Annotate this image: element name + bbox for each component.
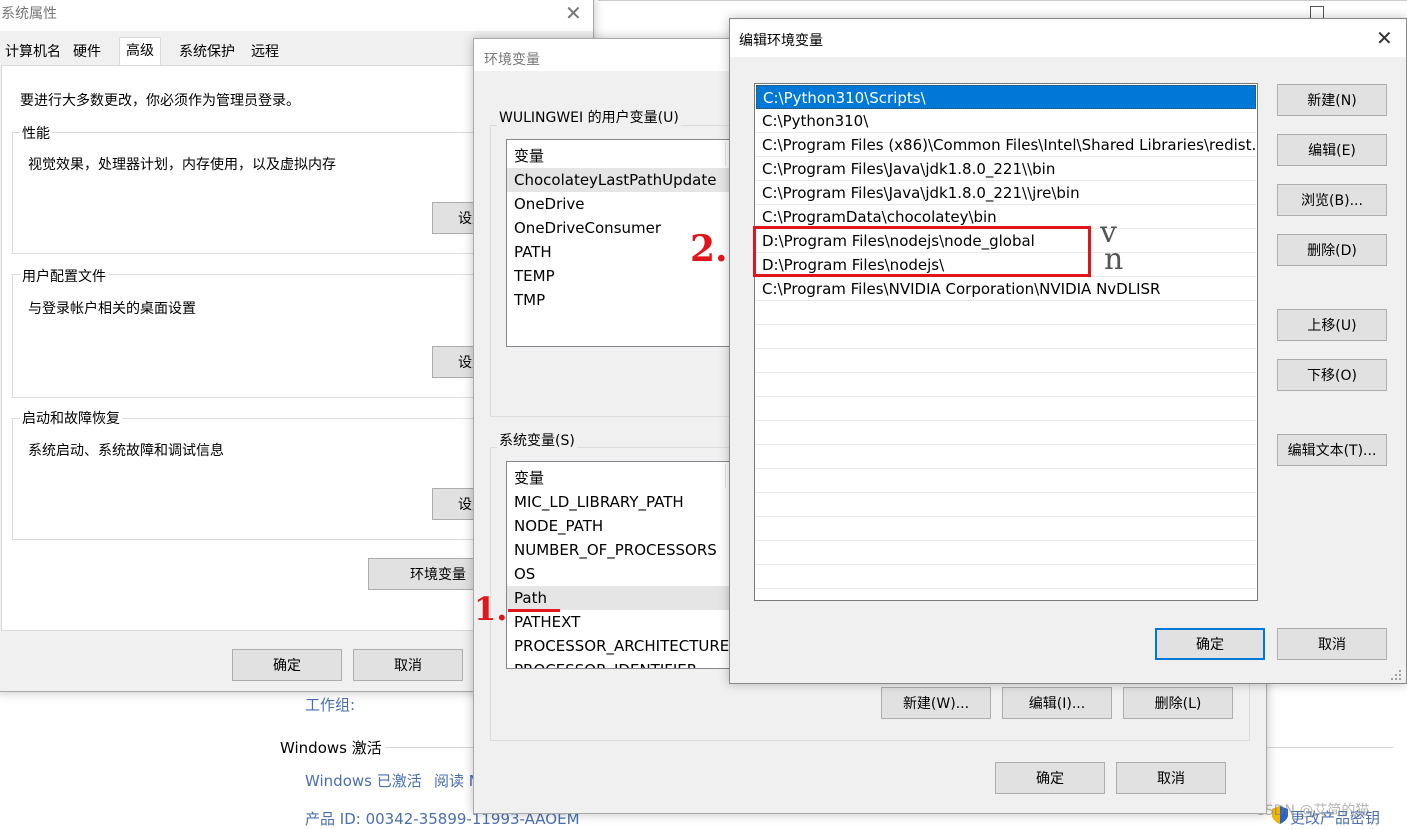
- column-divider: [725, 142, 726, 166]
- list-item[interactable]: ChocolateyLastPathUpdate: [507, 168, 735, 192]
- path-entry[interactable]: C:\Python310\: [756, 109, 1256, 133]
- system-delete-button[interactable]: 删除(L): [1123, 687, 1233, 719]
- editor-move-down-button[interactable]: 下移(O): [1277, 359, 1387, 391]
- list-item[interactable]: PATH: [507, 240, 552, 264]
- list-item[interactable]: NODE_PATH: [507, 514, 603, 538]
- resize-grip-icon[interactable]: [1390, 669, 1402, 681]
- system-new-button[interactable]: 新建(W)...: [881, 687, 991, 719]
- csdn-watermark: CSDN @艾简的猫: [1255, 803, 1370, 819]
- path-entry[interactable]: C:\Python310\Scripts\: [756, 85, 1256, 109]
- list-item-path[interactable]: Path: [507, 586, 735, 610]
- sysprops-cancel-button[interactable]: 取消: [353, 649, 463, 681]
- tab-advanced[interactable]: 高级: [119, 37, 161, 66]
- tab-hardware[interactable]: 硬件: [67, 39, 107, 65]
- workgroup-label: 工作组:: [305, 696, 356, 714]
- user-profile-desc: 与登录帐户相关的桌面设置: [28, 301, 196, 317]
- list-item[interactable]: OneDrive: [507, 192, 585, 216]
- sysprops-titlebar: 系统属性 ✕: [0, 0, 593, 31]
- list-item[interactable]: TMP: [507, 288, 545, 312]
- empty-row[interactable]: [756, 325, 1256, 349]
- list-item[interactable]: MIC_LD_LIBRARY_PATH: [507, 490, 684, 514]
- edit-env-variable-window: 编辑环境变量 ✕ C:\Python310\Scripts\ C:\Python…: [729, 18, 1407, 684]
- startup-recovery-label: 启动和故障恢复: [20, 408, 122, 428]
- tab-computer-name[interactable]: 计算机名: [0, 39, 67, 65]
- empty-row[interactable]: [756, 421, 1256, 445]
- editor-new-button[interactable]: 新建(N): [1277, 84, 1387, 116]
- system-variables-list[interactable]: 变量 MIC_LD_LIBRARY_PATH NODE_PATH NUMBER_…: [506, 461, 736, 669]
- tab-system-protection[interactable]: 系统保护: [173, 39, 241, 65]
- performance-desc: 视觉效果，处理器计划，内存使用，以及虚拟内存: [28, 157, 336, 173]
- system-variables-header[interactable]: 变量: [507, 466, 727, 490]
- step-2-annotation: 2.: [690, 228, 728, 270]
- envvars-ok-button[interactable]: 确定: [995, 762, 1105, 794]
- step-1-annotation: 1.: [474, 590, 508, 628]
- list-item[interactable]: PROCESSOR_ARCHITECTURE: [507, 634, 729, 658]
- editor-edit-text-button[interactable]: 编辑文本(T)...: [1277, 434, 1387, 466]
- startup-recovery-desc: 系统启动、系统故障和调试信息: [28, 443, 224, 459]
- user-variables-header[interactable]: 变量: [507, 144, 727, 168]
- sysprops-title: 系统属性: [1, 6, 57, 22]
- empty-row[interactable]: [756, 349, 1256, 373]
- highlight-nodejs-paths-box: [753, 226, 1091, 277]
- admin-note: 要进行大多数更改，你必须作为管理员登录。: [20, 93, 300, 109]
- empty-row[interactable]: [756, 445, 1256, 469]
- empty-row[interactable]: [756, 517, 1256, 541]
- path-entry[interactable]: C:\Program Files\Java\jdk1.8.0_221\\bin: [756, 157, 1256, 181]
- system-variables-label: 系统变量(S): [497, 430, 577, 450]
- empty-row[interactable]: [756, 301, 1256, 325]
- editor-title: 编辑环境变量: [739, 33, 823, 49]
- sysprops-ok-button[interactable]: 确定: [232, 649, 342, 681]
- tab-remote[interactable]: 远程: [245, 39, 285, 65]
- empty-row[interactable]: [756, 493, 1256, 517]
- list-item[interactable]: TEMP: [507, 264, 555, 288]
- mark-n-annotation: n: [1104, 242, 1124, 277]
- path-entries-list[interactable]: C:\Python310\Scripts\ C:\Python310\ C:\P…: [754, 83, 1258, 601]
- path-entry[interactable]: C:\Program Files\NVIDIA Corporation\NVID…: [756, 277, 1256, 301]
- close-icon[interactable]: ✕: [565, 3, 582, 23]
- system-edit-button[interactable]: 编辑(I)...: [1002, 687, 1112, 719]
- activation-status: Windows 已激活: [305, 772, 422, 790]
- path-underline-annotation: [508, 609, 560, 612]
- empty-row[interactable]: [756, 541, 1256, 565]
- list-item[interactable]: PATHEXT: [507, 610, 580, 634]
- editor-move-up-button[interactable]: 上移(U): [1277, 309, 1387, 341]
- envvars-title: 环境变量: [484, 52, 540, 68]
- editor-cancel-button[interactable]: 取消: [1277, 628, 1387, 660]
- path-entry[interactable]: C:\Program Files\Java\jdk1.8.0_221\\jre\…: [756, 181, 1256, 205]
- editor-ok-button[interactable]: 确定: [1155, 628, 1265, 660]
- list-item[interactable]: NUMBER_OF_PROCESSORS: [507, 538, 717, 562]
- list-item[interactable]: OS: [507, 562, 535, 586]
- column-divider: [725, 464, 726, 488]
- editor-edit-button[interactable]: 编辑(E): [1277, 134, 1387, 166]
- performance-label: 性能: [20, 123, 52, 143]
- list-item[interactable]: OneDriveConsumer: [507, 216, 661, 240]
- editor-titlebar: 编辑环境变量 ✕: [730, 19, 1406, 57]
- list-item[interactable]: PROCESSOR_IDENTIFIER: [507, 658, 697, 668]
- activation-heading: Windows 激活: [280, 739, 382, 757]
- envvars-cancel-button[interactable]: 取消: [1116, 762, 1226, 794]
- user-profile-label: 用户配置文件: [20, 266, 108, 286]
- editor-delete-button[interactable]: 删除(D): [1277, 234, 1387, 266]
- empty-row[interactable]: [756, 565, 1256, 589]
- close-icon[interactable]: ✕: [1376, 28, 1393, 48]
- empty-row[interactable]: [756, 469, 1256, 493]
- empty-row[interactable]: [756, 397, 1256, 421]
- editor-browse-button[interactable]: 浏览(B)...: [1277, 184, 1387, 216]
- bg-top-border: [598, 0, 1407, 1]
- path-entry[interactable]: C:\Program Files (x86)\Common Files\Inte…: [756, 133, 1257, 157]
- user-variables-label: WULINGWEI 的用户变量(U): [497, 107, 681, 127]
- empty-row[interactable]: [756, 373, 1256, 397]
